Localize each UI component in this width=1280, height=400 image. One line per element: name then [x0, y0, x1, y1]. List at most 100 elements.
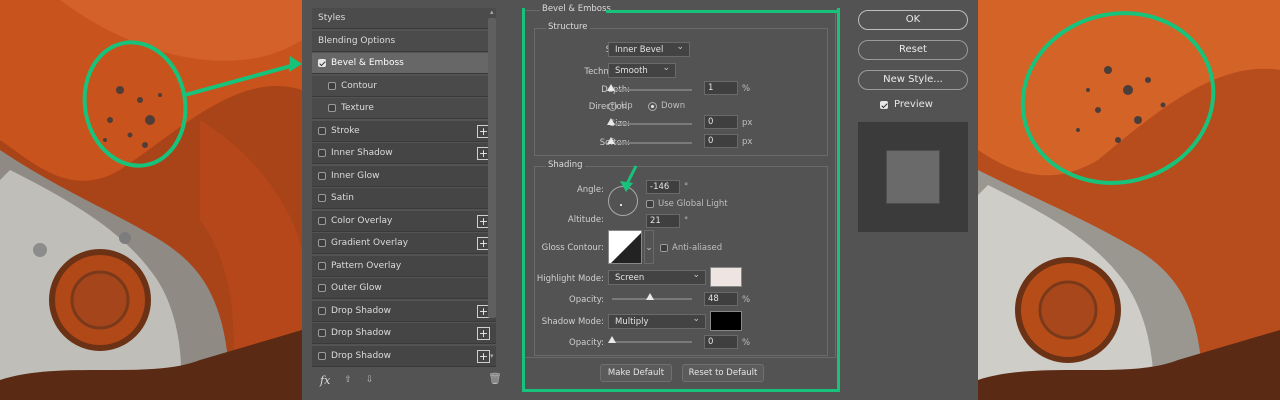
size-slider[interactable] — [610, 123, 692, 125]
highlight-opacity-input[interactable]: 48 — [704, 292, 738, 306]
highlight-mode-select[interactable]: Screen — [608, 270, 706, 285]
use-global-light-label: Use Global Light — [658, 199, 728, 209]
style-checkbox[interactable] — [318, 306, 326, 315]
depth-slider[interactable] — [610, 89, 692, 91]
style-item-color-overlay[interactable]: Color Overlay + — [312, 210, 496, 232]
reset-button[interactable]: Reset — [858, 40, 968, 60]
style-item-label: Gradient Overlay — [331, 238, 409, 248]
right-texture-photo — [978, 0, 1280, 400]
shadow-mode-label: Shadow Mode: — [541, 317, 604, 327]
style-item-satin[interactable]: Satin — [312, 188, 496, 209]
depth-input[interactable]: 1 — [704, 81, 738, 95]
size-input[interactable]: 0 — [704, 115, 738, 129]
direction-down-radio[interactable] — [648, 102, 657, 111]
gloss-contour-dropdown[interactable]: ⌄ — [644, 230, 654, 264]
new-style-button[interactable]: New Style... — [858, 70, 968, 90]
angle-unit: ° — [684, 182, 689, 192]
style-item-outer-glow[interactable]: Outer Glow — [312, 278, 496, 299]
shadow-opacity-slider[interactable] — [612, 341, 692, 343]
style-item-contour[interactable]: Contour — [312, 75, 496, 97]
shadow-color-swatch[interactable] — [710, 311, 742, 331]
soften-input[interactable]: 0 — [704, 134, 738, 148]
reset-to-default-button[interactable]: Reset to Default — [682, 364, 764, 382]
style-item-label: Satin — [331, 193, 354, 203]
bottom-toolbar: fx ⇧ ⇩ 🗑 — [320, 372, 502, 388]
highlight-color-swatch[interactable] — [710, 267, 742, 287]
style-checkbox[interactable] — [318, 149, 326, 157]
technique-select[interactable]: Smooth — [608, 63, 676, 78]
style-item-pattern-overlay[interactable]: Pattern Overlay — [312, 255, 496, 277]
style-item-label: Color Overlay — [331, 215, 393, 226]
style-item-drop-shadow[interactable]: Drop Shadow + — [312, 323, 496, 344]
shadow-opacity-unit: % — [742, 338, 751, 348]
depth-slider-thumb[interactable] — [607, 84, 615, 91]
add-style-icon[interactable]: + — [477, 327, 490, 340]
style-item-bevel-emboss[interactable]: Bevel & Emboss — [312, 53, 496, 74]
style-checkbox[interactable] — [318, 351, 326, 360]
angle-input[interactable]: -146 — [646, 180, 680, 194]
scrollbar[interactable] — [488, 18, 496, 318]
style-preview — [858, 122, 968, 232]
soften-slider[interactable] — [610, 142, 692, 144]
use-global-light-checkbox[interactable] — [646, 200, 654, 208]
scroll-up-arrow[interactable]: ▴ — [490, 8, 494, 16]
style-checkbox[interactable] — [318, 126, 326, 135]
style-item-styles[interactable]: Styles — [312, 8, 496, 29]
shadow-opacity-slider-thumb[interactable] — [608, 336, 616, 343]
preview-checkbox[interactable] — [880, 100, 888, 109]
move-up-icon[interactable]: ⇧ — [344, 375, 352, 385]
move-down-icon[interactable]: ⇩ — [366, 375, 374, 385]
direction-label: Direction: — [588, 102, 630, 112]
style-item-label: Drop Shadow — [331, 305, 392, 316]
style-checkbox[interactable] — [318, 171, 326, 180]
size-slider-thumb[interactable] — [607, 118, 615, 125]
left-texture-photo — [0, 0, 302, 400]
style-item-gradient-overlay[interactable]: Gradient Overlay + — [312, 233, 496, 254]
style-item-blending-options[interactable]: Blending Options — [312, 30, 496, 52]
add-style-icon[interactable]: + — [477, 349, 490, 363]
style-item-label: Drop Shadow — [331, 328, 392, 338]
style-checkbox[interactable] — [318, 59, 326, 67]
altitude-input[interactable]: 21 — [646, 214, 680, 228]
style-checkbox[interactable] — [328, 104, 336, 112]
style-item-drop-shadow[interactable]: Drop Shadow + — [312, 345, 496, 367]
soften-slider-thumb[interactable] — [607, 137, 615, 144]
angle-dial-dot — [620, 204, 622, 206]
shadow-opacity-input[interactable]: 0 — [704, 335, 738, 349]
style-select[interactable]: Inner Bevel — [608, 42, 690, 57]
trash-icon[interactable]: 🗑 — [488, 372, 502, 385]
style-item-inner-shadow[interactable]: Inner Shadow + — [312, 143, 496, 164]
style-item-texture[interactable]: Texture — [312, 98, 496, 119]
style-item-label: Inner Shadow — [331, 148, 393, 158]
style-item-label: Contour — [341, 80, 377, 91]
style-item-stroke[interactable]: Stroke + — [312, 120, 496, 142]
fx-button[interactable]: fx — [320, 374, 330, 387]
style-checkbox[interactable] — [318, 194, 326, 202]
gloss-contour-swatch[interactable] — [608, 230, 642, 264]
style-item-drop-shadow[interactable]: Drop Shadow + — [312, 300, 496, 322]
style-checkbox[interactable] — [328, 81, 336, 90]
size-unit: px — [742, 118, 753, 128]
direction-up-radio[interactable] — [608, 102, 617, 111]
ok-button[interactable]: OK — [858, 10, 968, 30]
preview-toggle[interactable]: Preview — [880, 99, 933, 110]
anti-aliased-label: Anti-aliased — [672, 243, 723, 253]
style-checkbox[interactable] — [318, 216, 326, 225]
annotation-frame-top — [606, 10, 840, 13]
scroll-down-arrow[interactable]: ▾ — [490, 352, 494, 360]
style-checkbox[interactable] — [318, 261, 326, 270]
style-item-inner-glow[interactable]: Inner Glow — [312, 165, 496, 187]
style-checkbox[interactable] — [318, 284, 326, 292]
shadow-opacity-label: Opacity: — [569, 338, 604, 348]
make-default-button[interactable]: Make Default — [600, 364, 672, 382]
style-item-label: Blending Options — [318, 35, 396, 46]
shadow-mode-select[interactable]: Multiply — [608, 314, 706, 329]
annotation-arrow — [620, 165, 638, 192]
highlight-opacity-slider-thumb[interactable] — [646, 293, 655, 300]
style-checkbox[interactable] — [318, 239, 326, 247]
style-item-label: Pattern Overlay — [331, 260, 402, 271]
panel-title: Bevel & Emboss — [540, 4, 613, 14]
anti-aliased-checkbox[interactable] — [660, 244, 668, 252]
style-checkbox[interactable] — [318, 329, 326, 337]
depth-unit: % — [742, 84, 751, 94]
